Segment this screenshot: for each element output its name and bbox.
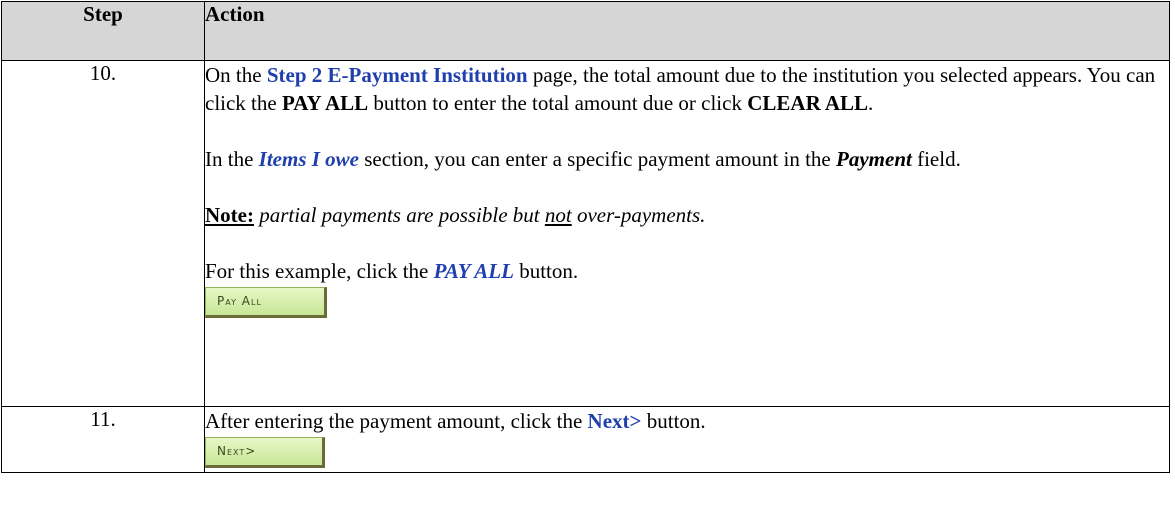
button-reference: PAY ALL [433, 259, 514, 283]
instruction-paragraph: For this example, click the PAY ALL butt… [205, 257, 1169, 285]
instruction-paragraph: In the Items I owe section, you can ente… [205, 145, 1169, 173]
next-button[interactable]: Next> [205, 437, 325, 468]
text: section, you can enter a specific paymen… [359, 147, 837, 171]
next-label: Next> [587, 409, 642, 433]
text: button to enter the total amount due or … [368, 91, 748, 115]
field-name: Payment [836, 147, 912, 171]
table-row: 11. After entering the payment amount, c… [1, 406, 1170, 473]
text: . [868, 91, 874, 115]
text: After entering the payment amount, click… [205, 409, 588, 433]
text: On the [205, 63, 267, 87]
text: For this example, click the [205, 259, 434, 283]
note-label: Note: [205, 203, 254, 227]
table-row: 10. On the Step 2 E-Payment Institution … [1, 60, 1170, 407]
action-cell: On the Step 2 E-Payment Institution page… [204, 60, 1170, 407]
header-action: Action [204, 1, 1170, 61]
clear-all-label: CLEAR ALL [747, 91, 868, 115]
page-name: Step 2 E-Payment Institution [266, 63, 528, 87]
instruction-paragraph: On the Step 2 E-Payment Institution page… [205, 61, 1169, 117]
text: button. [513, 259, 579, 283]
text: In the [205, 147, 259, 171]
step-number: 10. [1, 60, 205, 407]
text: field. [911, 147, 961, 171]
section-name: Items I owe [258, 147, 359, 171]
pay-all-label: PAY ALL [281, 91, 369, 115]
text: partial payments are possible but [253, 203, 545, 227]
not-emphasis: not [544, 203, 572, 227]
header-step: Step [1, 1, 205, 61]
button-image-wrap: Pay All [205, 285, 1169, 323]
steps-table: Step Action 10. On the Step 2 E-Payment … [1, 1, 1170, 473]
text: button. [641, 409, 706, 433]
step-number: 11. [1, 406, 205, 473]
instruction-paragraph: After entering the payment amount, click… [205, 407, 1169, 435]
pay-all-button[interactable]: Pay All [205, 287, 327, 318]
button-image-wrap: Next> [205, 435, 1169, 469]
note-paragraph: Note: partial payments are possible but … [205, 201, 1169, 229]
action-cell: After entering the payment amount, click… [204, 406, 1170, 473]
table-header-row: Step Action [1, 1, 1170, 61]
text: over-payments. [571, 203, 706, 227]
